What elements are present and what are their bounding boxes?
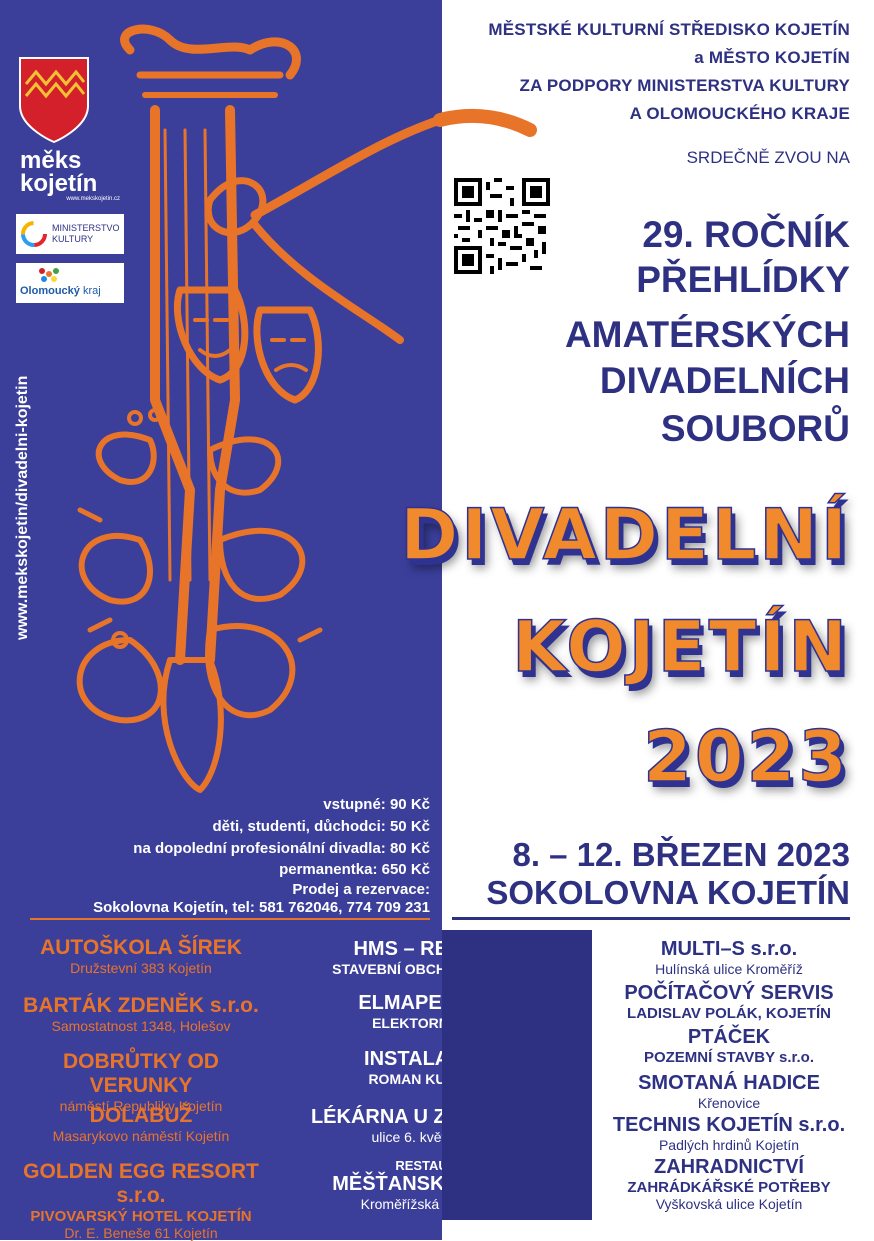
sponsor-name: PTÁČEK xyxy=(687,1026,771,1048)
coat-of-arms-icon xyxy=(19,57,89,144)
sponsor-pocitacovy-servis: POČÍTAČOVÝ SERVIS LADISLAV POLÁK, KOJETÍ… xyxy=(598,982,860,1022)
ministry-logo: MINISTERSTVO KULTURY xyxy=(16,214,124,254)
sponsor-name: MULTI–S s.r.o. xyxy=(660,938,798,960)
event-venue: SOKOLOVNA KOJETÍN xyxy=(486,874,850,911)
price-reduced: děti, studenti, důchodci: 50 Kč xyxy=(212,818,430,835)
region-logo: Olomoucký kraj xyxy=(16,263,124,303)
sponsor-multi-s: MULTI–S s.r.o. Hulínská ulice Kroměříž xyxy=(598,938,860,977)
sponsor-elmapek: ELMAPEK S.R.O. ELEKTORMONTÁŽE xyxy=(290,992,590,1031)
sponsor-address: Dr. E. Beneše 61 Kojetín xyxy=(64,1225,218,1241)
festival-title-year: 2023 xyxy=(642,715,850,799)
sponsor-subtitle: ELEKTORMONTÁŽE xyxy=(372,1015,508,1031)
qr-code-icon[interactable] xyxy=(454,178,550,274)
sponsor-name: INSTALACE 206 xyxy=(364,1048,516,1070)
price-divider xyxy=(30,918,430,920)
sponsor-subtitle: LADISLAV POLÁK, KOJETÍN xyxy=(627,1005,831,1022)
sponsor-instalace: INSTALACE 206 ROMAN KUSÁK s.r.o. xyxy=(290,1048,590,1087)
sponsor-golden-egg: GOLDEN EGG RESORT s.r.o. PIVOVARSKÝ HOTE… xyxy=(10,1160,272,1241)
price-entry: vstupné: 90 Kč xyxy=(323,796,430,813)
price-morning: na dopolední profesionální divadla: 80 K… xyxy=(133,840,430,857)
sponsor-subtitle: POZEMNÍ STAVBY s.r.o. xyxy=(643,1049,815,1066)
sponsor-name: ZAHRADNICTVÍ xyxy=(654,1156,804,1178)
sponsor-address: Hulínská ulice Kroměříž xyxy=(655,961,803,977)
sponsor-bartak: BARTÁK ZDENĚK s.r.o. Samostatnost 1348, … xyxy=(10,994,272,1034)
heading-line-4: DIVADELNÍCH xyxy=(599,360,850,401)
meks-logo: měks kojetín www.mekskojetin.cz xyxy=(20,147,130,203)
heading-line-5: SOUBORŮ xyxy=(660,408,850,449)
sponsor-dolabuz: DOLABUŽ Masarykovo náměstí Kojetín xyxy=(10,1104,272,1144)
sales-label: Prodej a rezervace: xyxy=(292,881,430,898)
sponsor-name: BARTÁK ZDENĚK s.r.o. xyxy=(23,994,259,1017)
flower-icon xyxy=(39,268,59,282)
heading-line-3: AMATÉRSKÝCH xyxy=(564,314,850,355)
sponsor-zahradnictvi: ZAHRADNICTVÍ ZAHRÁDKÁŘSKÉ POTŘEBY Vyškov… xyxy=(598,1156,860,1212)
sponsor-name: TECHNIS KOJETÍN s.r.o. xyxy=(612,1114,846,1136)
sponsor-name: SMOTANÁ HADICE xyxy=(638,1072,820,1094)
sponsor-smotana-hadice: SMOTANÁ HADICE Křenovice xyxy=(598,1072,860,1111)
sponsor-name: MĚŠŤANSKÁ BESEDA xyxy=(332,1173,548,1195)
sponsor-name: DOBRŮTKY OD VERUNKY xyxy=(63,1050,219,1097)
heading-line-1: 29. ROČNÍK xyxy=(642,214,850,255)
sponsor-subtitle: ROMAN KUSÁK s.r.o. xyxy=(368,1071,512,1087)
region-logo-text: Olomoucký kraj xyxy=(20,285,101,297)
sponsor-hms-real: HMS – REAL s.r.o. STAVEBNÍ OBCHODNÍ ČINN… xyxy=(290,938,590,977)
region-logo-brand: Olomoucký xyxy=(20,285,80,297)
sponsor-restaurace: RESTAURACE MĚŠŤANSKÁ BESEDA Kroměřížská … xyxy=(290,1158,590,1212)
sponsor-name: DOLABUŽ xyxy=(89,1104,193,1127)
sponsor-name: AUTOŠKOLA ŠÍREK xyxy=(40,936,242,959)
meks-logo-line1: měks xyxy=(20,147,82,174)
heading-line-2: PŘEHLÍDKY xyxy=(636,259,850,300)
festival-title-line-2: KOJETÍN xyxy=(511,605,850,689)
sponsor-name: ELMAPEK S.R.O. xyxy=(358,992,522,1014)
festival-title-line-1: DIVADELNÍ xyxy=(399,493,850,577)
ministry-circle-icon xyxy=(21,221,47,247)
sponsor-address: Masarykovo náměstí Kojetín xyxy=(52,1128,230,1144)
sponsor-address: Samostatnost 1348, Holešov xyxy=(51,1018,231,1034)
ministry-logo-text: MINISTERSTVO KULTURY xyxy=(52,223,120,244)
sponsor-ptacek: PTÁČEK POZEMNÍ STAVBY s.r.o. xyxy=(598,1026,860,1066)
website-link[interactable]: www.mekskojetin/divadelni-kojetin xyxy=(14,376,32,640)
sponsor-name: LÉKÁRNA U ZLATÉHO LVA xyxy=(310,1106,570,1128)
sponsor-name: HMS – REAL s.r.o. xyxy=(353,938,527,960)
event-date: 8. – 12. BŘEZEN 2023 xyxy=(512,836,850,873)
region-logo-kraj: kraj xyxy=(82,285,101,297)
organizer-line-4: A OLOMOUCKÉHO KRAJE xyxy=(629,104,850,123)
sponsor-subtitle: ZAHRÁDKÁŘSKÉ POTŘEBY xyxy=(627,1179,831,1196)
sponsor-lekarna: LÉKÁRNA U ZLATÉHO LVA ulice 6. května Ko… xyxy=(290,1106,590,1145)
sponsor-address: Družstevní 383 Kojetín xyxy=(70,960,212,976)
theatre-column-illustration xyxy=(76,24,537,793)
sponsor-subtitle: PIVOVARSKÝ HOTEL KOJETÍN xyxy=(30,1208,252,1225)
organizer-line-3: ZA PODPORY MINISTERSTVA KULTURY xyxy=(519,76,850,95)
sponsor-name: GOLDEN EGG RESORT s.r.o. xyxy=(23,1160,259,1207)
sponsor-address: ulice 6. května Kojetín xyxy=(371,1129,509,1145)
sponsor-address: Křenovice xyxy=(697,1095,761,1111)
venue-divider xyxy=(452,917,850,920)
sponsor-address: Padlých hrdinů Kojetín xyxy=(658,1137,800,1153)
sponsor-autoskola: AUTOŠKOLA ŠÍREK Družstevní 383 Kojetín xyxy=(10,936,272,976)
organizer-line-1: MĚSTSKÉ KULTURNÍ STŘEDISKO KOJETÍN xyxy=(488,20,850,39)
sponsor-category: RESTAURACE xyxy=(395,1158,485,1173)
sponsor-name: POČÍTAČOVÝ SERVIS xyxy=(624,982,834,1004)
sponsor-address: Vyškovská ulice Kojetín xyxy=(655,1196,803,1212)
price-season-pass: permanentka: 650 Kč xyxy=(279,861,430,878)
sponsor-address: Kroměřížská ulice Kojetín xyxy=(360,1196,520,1212)
organizer-line-2: a MĚSTO KOJETÍN xyxy=(694,48,850,67)
invite-text: SRDEČNĚ ZVOU NA xyxy=(686,148,850,167)
sponsor-technis: TECHNIS KOJETÍN s.r.o. Padlých hrdinů Ko… xyxy=(598,1114,860,1153)
sales-contact: Sokolovna Kojetín, tel: 581 762046, 774 … xyxy=(93,899,430,916)
sponsor-subtitle: STAVEBNÍ OBCHODNÍ ČINNOST xyxy=(332,961,548,977)
meks-logo-line2: kojetín xyxy=(20,170,98,197)
